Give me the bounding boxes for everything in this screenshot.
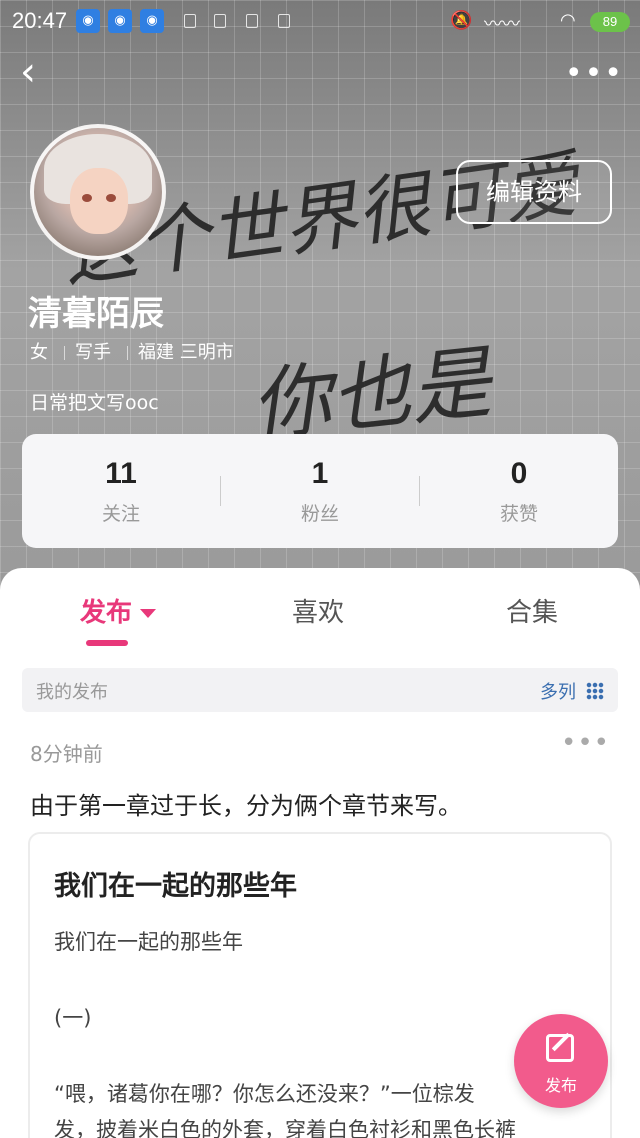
notification-icon [184, 14, 196, 28]
tab-likes[interactable]: 喜欢 [292, 592, 344, 629]
status-bar: 20:47 ◉ ◉ ◉ 🔕 〰〰 ◠ 89 [0, 0, 640, 44]
tab-label: 合集 [506, 598, 559, 628]
fab-label: 发布 [544, 1076, 577, 1095]
posts-subbar: 我的发布 多列 [22, 668, 618, 712]
tab-collections[interactable]: 合集 [506, 592, 558, 629]
card-line: “喂，诸葛你在哪？你怎么还没来？”一位棕发 [54, 1082, 475, 1106]
wifi-icon: ◠ [560, 10, 576, 31]
card-line: 发，披着米白色的外套，穿着白色衬衫和黑色长裤 [54, 1118, 516, 1138]
stat-likes[interactable]: 0 获赞 [420, 457, 618, 526]
stat-number: 0 [510, 456, 528, 490]
back-button[interactable]: ‹ [20, 52, 56, 92]
signal-icon: 〰〰 [484, 14, 520, 35]
mute-icon: 🔕 [450, 10, 473, 31]
post-text: 由于第一章过于长，分为俩个章节来写。 [30, 792, 462, 820]
tab-publish[interactable]: 发布 [80, 592, 157, 629]
stat-followers[interactable]: 1 粉丝 [221, 457, 419, 526]
stat-number: 1 [311, 456, 329, 490]
stat-label: 粉丝 [300, 502, 339, 525]
subbar-title: 我的发布 [36, 682, 108, 703]
tab-label: 发布 [80, 598, 133, 628]
grid-icon [586, 682, 604, 700]
active-tab-indicator [86, 640, 128, 646]
battery-indicator: 89 [590, 12, 630, 32]
stat-label: 关注 [101, 502, 140, 525]
post-time: 8分钟前 [30, 742, 103, 766]
view-toggle-label: 多列 [540, 682, 576, 703]
edit-icon [546, 1034, 574, 1062]
stats-card: 11 关注 1 粉丝 0 获赞 [22, 434, 618, 548]
card-line: (一) [54, 1006, 92, 1030]
avatar-face [70, 168, 128, 234]
view-toggle-button[interactable]: 多列 [540, 678, 604, 704]
tab-label: 喜欢 [292, 598, 345, 628]
profile-name: 清暮陌辰 [28, 294, 164, 334]
edit-profile-button[interactable]: 编辑资料 [456, 160, 612, 224]
notification-icon [246, 14, 258, 28]
profile-gender: 女 [30, 342, 48, 363]
app-notification-icon: ◉ [76, 9, 100, 33]
app-notification-icon: ◉ [108, 9, 132, 33]
stat-number: 11 [105, 456, 137, 490]
app-notification-icon: ◉ [140, 9, 164, 33]
status-time: 20:47 [12, 8, 68, 33]
publish-fab-button[interactable]: 发布 [514, 1014, 608, 1108]
profile-role: 写手 [75, 342, 111, 363]
dropdown-caret-icon [140, 609, 157, 618]
card-line: 我们在一起的那些年 [54, 930, 243, 954]
notification-icon [214, 14, 226, 28]
notification-icon [278, 14, 290, 28]
profile-meta: 女 写手 福建 三明市 [30, 338, 240, 364]
stat-following[interactable]: 11 关注 [22, 457, 220, 526]
post-more-icon[interactable]: ••• [561, 728, 610, 758]
avatar-eye [106, 194, 116, 202]
profile-bio: 日常把文写ooc [30, 392, 159, 414]
avatar[interactable] [30, 124, 166, 260]
avatar-eye [82, 194, 92, 202]
stat-label: 获赞 [499, 502, 538, 525]
more-options-icon[interactable]: ••• [565, 56, 624, 91]
card-title: 我们在一起的那些年 [54, 871, 297, 902]
profile-location: 福建 三明市 [138, 342, 234, 363]
